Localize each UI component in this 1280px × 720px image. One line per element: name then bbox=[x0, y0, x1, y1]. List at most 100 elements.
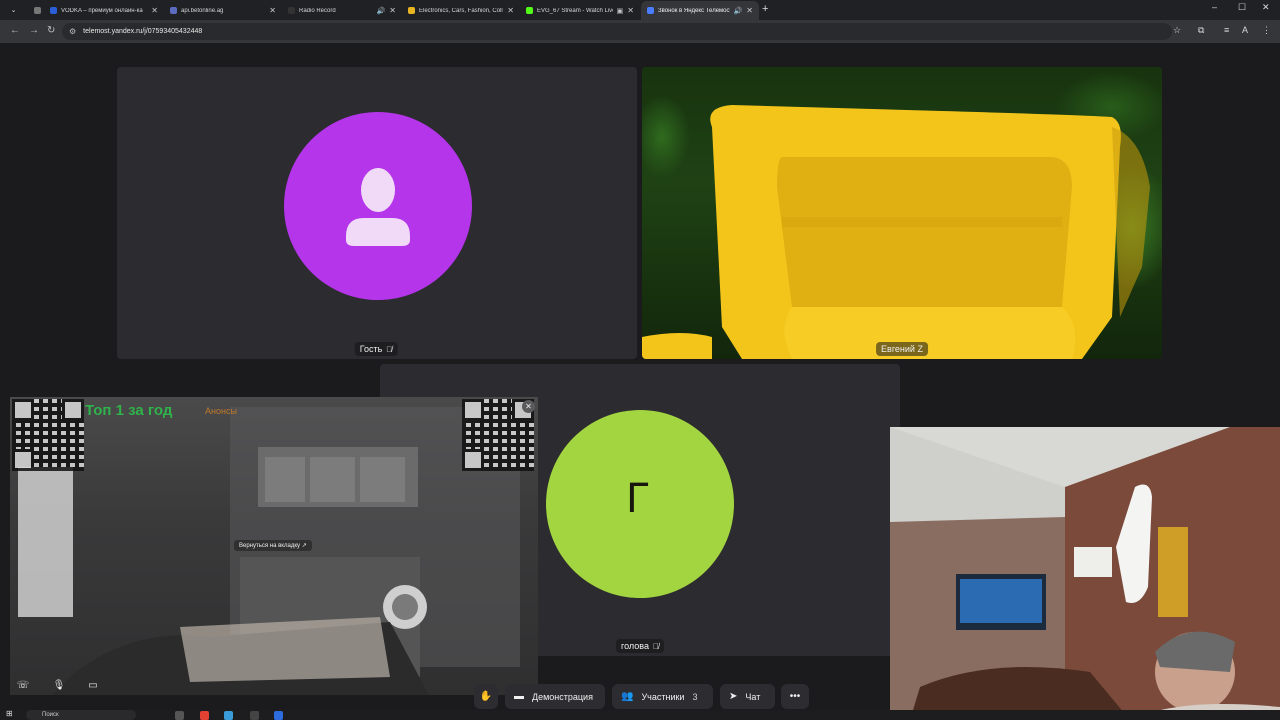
back-to-tab-label: Вернуться на вкладку bbox=[239, 543, 301, 549]
mic-muted-icon: 🎙̸ bbox=[652, 641, 659, 651]
taskbar-search[interactable]: Поиск bbox=[26, 710, 136, 720]
pip-mic-muted-icon[interactable]: 🎙 bbox=[46, 677, 72, 695]
close-tab-icon[interactable]: ✕ bbox=[507, 6, 514, 15]
media-control-icon[interactable]: ≡ bbox=[1224, 25, 1229, 35]
send-icon: ➤ bbox=[729, 691, 738, 702]
pip-hangup-icon[interactable]: ☏ bbox=[10, 677, 36, 695]
task-view-icon[interactable] bbox=[175, 711, 184, 720]
tab-title: VODKA – премиум онлайн-ка bbox=[61, 7, 143, 14]
tab-5-active[interactable]: Звонок в Яндекс Телемост 🔊 ✕ bbox=[641, 1, 759, 20]
os-taskbar: ⊞ Поиск bbox=[0, 709, 1280, 720]
url-text: telemost.yandex.ru/j/07593405432448 bbox=[83, 28, 203, 35]
forward-icon[interactable]: → bbox=[29, 25, 39, 36]
back-to-tab-button[interactable]: Вернуться на вкладку ↗ bbox=[234, 540, 312, 551]
tab-pinned[interactable] bbox=[28, 1, 41, 20]
avatar: Г bbox=[546, 410, 734, 598]
mic-muted-icon: 🎙̸ bbox=[386, 344, 393, 354]
tab-3[interactable]: Electronics, Cars, Fashion, Colle ✕ bbox=[402, 1, 520, 20]
chat-label: Чат bbox=[745, 691, 761, 702]
tab-title: Electronics, Cars, Fashion, Colle bbox=[419, 7, 504, 14]
tab-favicon bbox=[408, 7, 415, 14]
user-icon bbox=[346, 168, 410, 246]
back-icon[interactable]: ← bbox=[10, 25, 20, 36]
tab-4[interactable]: EVG_67 Stream - Watch Live ▣ ✕ bbox=[520, 1, 640, 20]
screen-share-label: Демонстрация bbox=[532, 691, 593, 702]
participant-name-badge: Евгений Z bbox=[876, 342, 928, 356]
raise-hand-button[interactable]: ✋ bbox=[474, 684, 498, 709]
app-icon[interactable] bbox=[250, 711, 259, 720]
new-tab-button[interactable]: + bbox=[762, 3, 768, 15]
browser-tab-bar: ⌄ VODKA – премиум онлайн-ка ✕ api.betonl… bbox=[0, 0, 1280, 20]
profile-icon[interactable]: A bbox=[1242, 25, 1248, 35]
globe-icon bbox=[34, 7, 41, 14]
screen-share-icon: ▬ bbox=[514, 691, 524, 702]
participant-name: Гость bbox=[359, 344, 383, 354]
stream-top-text: Топ 1 за год bbox=[85, 402, 173, 419]
screen-share-button[interactable]: ▬ Демонстрация bbox=[505, 684, 605, 709]
tab-favicon bbox=[288, 7, 295, 14]
chat-button[interactable]: ➤ Чат bbox=[720, 684, 775, 709]
close-tab-icon[interactable]: ✕ bbox=[389, 6, 396, 15]
participant-name-badge: голова 🎙̸ bbox=[616, 639, 664, 653]
tab-2[interactable]: Radio Record 🔊 ✕ bbox=[282, 1, 402, 20]
tab-title: Radio Record bbox=[299, 7, 336, 14]
word-icon[interactable] bbox=[274, 711, 283, 720]
avatar bbox=[284, 112, 472, 300]
chair-video bbox=[642, 105, 1150, 359]
tab-1[interactable]: api.betonline.ag ✕ bbox=[164, 1, 282, 20]
meeting-stage: Гость 🎙̸ Евгений Z Г голова 🎙̸ Топ 1 за … bbox=[0, 43, 1280, 720]
participant-name: Евгений Z bbox=[881, 344, 923, 354]
people-icon: 👥 bbox=[621, 691, 634, 702]
participants-button[interactable]: 👥 Участники 3 bbox=[612, 684, 713, 709]
tab-favicon bbox=[647, 7, 654, 14]
participant-name: голова bbox=[621, 641, 649, 651]
chrome-icon[interactable] bbox=[200, 711, 209, 720]
pip-close-icon[interactable]: ✕ bbox=[522, 400, 535, 413]
close-tab-icon[interactable]: ✕ bbox=[746, 6, 753, 15]
tab-favicon bbox=[526, 7, 533, 14]
close-tab-icon[interactable]: ✕ bbox=[151, 6, 158, 15]
browser-toolbar: ← → ↻ ⚙ telemost.yandex.ru/j/07593405432… bbox=[0, 20, 1280, 43]
site-info-icon[interactable]: ⚙ bbox=[69, 27, 76, 36]
tab-0[interactable]: VODKA – премиум онлайн-ка ✕ bbox=[44, 1, 164, 20]
address-bar[interactable]: ⚙ telemost.yandex.ru/j/07593405432448 bbox=[62, 23, 1172, 40]
more-dots-icon: ••• bbox=[789, 691, 801, 702]
close-tab-icon[interactable]: ✕ bbox=[269, 6, 276, 15]
start-icon[interactable]: ⊞ bbox=[6, 709, 13, 718]
bookmark-star-icon[interactable]: ☆ bbox=[1173, 25, 1181, 36]
participant-tile-guest[interactable]: Гость 🎙̸ bbox=[117, 67, 637, 359]
speaker-icon[interactable]: 🔊 bbox=[734, 7, 743, 15]
participant-tile-evgeny[interactable]: Евгений Z bbox=[642, 67, 1162, 359]
tab-title: api.betonline.ag bbox=[181, 7, 224, 14]
close-window-icon[interactable]: ✕ bbox=[1262, 2, 1270, 13]
telegram-icon[interactable] bbox=[224, 711, 233, 720]
participants-count: 3 bbox=[692, 691, 698, 702]
participants-label: Участники bbox=[641, 691, 685, 702]
pip-stream-window[interactable]: Топ 1 за год Анонсы ✕ Вернуться на вклад… bbox=[10, 397, 538, 695]
taskbar-search-placeholder: Поиск bbox=[42, 712, 59, 718]
minimize-icon[interactable]: – bbox=[1212, 2, 1217, 12]
tab-search-button[interactable]: ⌄ bbox=[7, 4, 20, 17]
reload-icon[interactable]: ↻ bbox=[47, 25, 55, 36]
more-button[interactable]: ••• bbox=[781, 684, 809, 709]
extensions-icon[interactable]: ⧉ bbox=[1198, 25, 1204, 36]
close-tab-icon[interactable]: ✕ bbox=[627, 6, 634, 15]
tab-favicon bbox=[170, 7, 177, 14]
webcam-overlay bbox=[890, 427, 1280, 720]
external-link-icon: ↗ bbox=[301, 543, 307, 549]
qr-code-left bbox=[12, 399, 84, 471]
speaker-icon[interactable]: 🔊 bbox=[377, 7, 386, 15]
screen-share-icon[interactable]: ▣ bbox=[617, 7, 624, 15]
pip-camera-off-icon[interactable]: ▭ bbox=[80, 677, 106, 695]
tab-favicon bbox=[50, 7, 57, 14]
hand-icon: ✋ bbox=[479, 691, 493, 702]
webcam-video bbox=[890, 427, 1280, 720]
participant-name-badge: Гость 🎙̸ bbox=[354, 342, 398, 356]
maximize-icon[interactable]: ☐ bbox=[1238, 2, 1246, 13]
avatar-letter: Г bbox=[626, 476, 651, 522]
pip-controls: ☏ 🎙 ▭ bbox=[10, 677, 538, 695]
stream-announce-text: Анонсы bbox=[205, 406, 237, 416]
tab-title: EVG_67 Stream - Watch Live bbox=[537, 7, 613, 14]
tab-title: Звонок в Яндекс Телемост bbox=[658, 7, 730, 14]
menu-icon[interactable]: ⋮ bbox=[1262, 25, 1271, 36]
